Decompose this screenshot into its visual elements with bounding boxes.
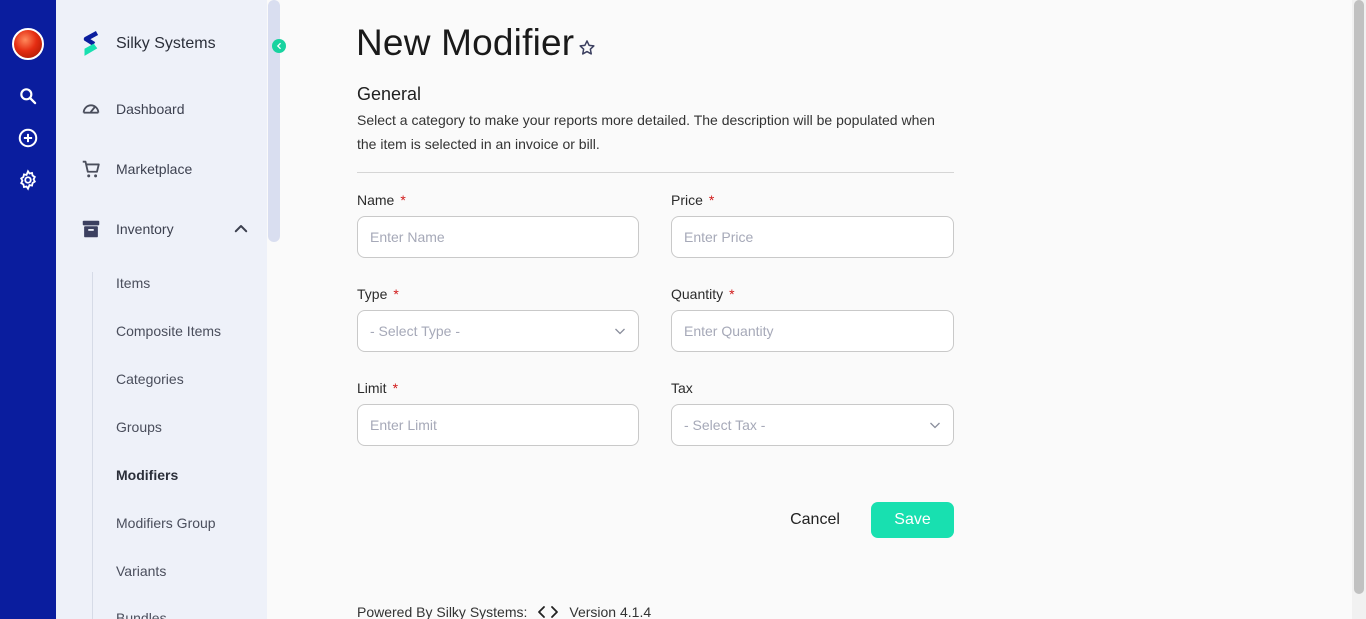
brand-logo-icon [83, 31, 99, 56]
nav-item-dashboard[interactable]: Dashboard [80, 98, 185, 120]
name-input[interactable] [357, 216, 639, 258]
section-title: General [357, 84, 422, 104]
limit-input[interactable] [357, 404, 639, 446]
add-button[interactable] [0, 126, 56, 150]
tax-label: Tax [671, 380, 693, 396]
user-avatar[interactable] [0, 28, 56, 60]
sidebar-item-composite-items[interactable]: Composite Items [116, 323, 221, 339]
sidebar-scrollbar[interactable] [268, 0, 280, 242]
price-label: Price * [671, 192, 714, 208]
sidebar-item-modifiers[interactable]: Modifiers [116, 467, 178, 483]
price-label-text: Price [671, 192, 703, 208]
section-description: Select a category to make your reports m… [357, 112, 935, 152]
chevron-up-icon[interactable] [232, 220, 250, 238]
collapse-sidebar-button[interactable] [272, 39, 286, 53]
tax-select-value: - Select Tax - [684, 417, 766, 433]
chevron-down-icon [615, 328, 625, 335]
limit-label: Limit * [357, 380, 398, 396]
speedometer-icon [80, 98, 102, 120]
archive-icon [80, 218, 102, 240]
settings-button[interactable] [0, 168, 56, 192]
quantity-input[interactable] [671, 310, 954, 352]
sidebar-item-variants[interactable]: Variants [116, 563, 166, 579]
name-label-text: Name [357, 192, 395, 208]
powered-by-text: Powered By Silky Systems: [357, 604, 528, 619]
code-icon [538, 606, 559, 618]
type-select[interactable]: - Select Type - [357, 310, 639, 352]
cart-icon [80, 158, 102, 180]
sidebar-item-groups[interactable]: Groups [116, 419, 162, 435]
type-label: Type * [357, 286, 399, 302]
nav-item-label: Marketplace [116, 161, 193, 177]
sidebar-item-categories[interactable]: Categories [116, 371, 184, 387]
sidebar: Silky Systems Dashboard Marketplace Inve… [56, 0, 267, 619]
nav-item-inventory[interactable]: Inventory [80, 218, 174, 240]
icon-rail [0, 0, 56, 619]
nav-item-label: Inventory [116, 221, 174, 237]
version-text: Version 4.1.4 [569, 604, 652, 619]
settings-icon [20, 169, 36, 191]
required-mark: * [729, 286, 735, 302]
name-label: Name * [357, 192, 406, 208]
type-label-text: Type [357, 286, 388, 302]
cancel-button[interactable]: Cancel [780, 502, 850, 538]
tax-label-text: Tax [671, 380, 693, 396]
save-button[interactable]: Save [871, 502, 954, 538]
quantity-label: Quantity * [671, 286, 735, 302]
price-input[interactable] [671, 216, 954, 258]
page-title: New Modifier [356, 22, 575, 63]
required-mark: * [400, 192, 406, 208]
search-icon [20, 88, 37, 105]
type-select-value: - Select Type - [370, 323, 461, 339]
quantity-label-text: Quantity [671, 286, 724, 302]
divider [357, 172, 954, 173]
star-icon[interactable] [577, 38, 597, 58]
add-circle-icon [18, 128, 38, 148]
subtree-line [92, 272, 93, 619]
nav-item-label: Dashboard [116, 101, 185, 117]
brand[interactable]: Silky Systems [80, 30, 216, 58]
chevron-down-icon [930, 422, 940, 429]
limit-label-text: Limit [357, 380, 387, 396]
nav-item-marketplace[interactable]: Marketplace [80, 158, 192, 180]
sidebar-item-bundles[interactable]: Bundles [116, 610, 167, 619]
page-scrollbar[interactable] [1354, 0, 1364, 594]
required-mark: * [392, 380, 399, 396]
required-mark: * [393, 286, 399, 302]
avatar [12, 28, 44, 60]
footer: Powered By Silky Systems: Version 4.1.4 [357, 604, 651, 619]
chevron-left-icon [276, 42, 281, 50]
required-mark: * [708, 192, 715, 208]
tax-select[interactable]: - Select Tax - [671, 404, 954, 446]
sidebar-item-items[interactable]: Items [116, 275, 150, 291]
brand-name: Silky Systems [116, 35, 216, 52]
sidebar-item-modifiers-group[interactable]: Modifiers Group [116, 515, 216, 531]
search-button[interactable] [0, 84, 56, 108]
